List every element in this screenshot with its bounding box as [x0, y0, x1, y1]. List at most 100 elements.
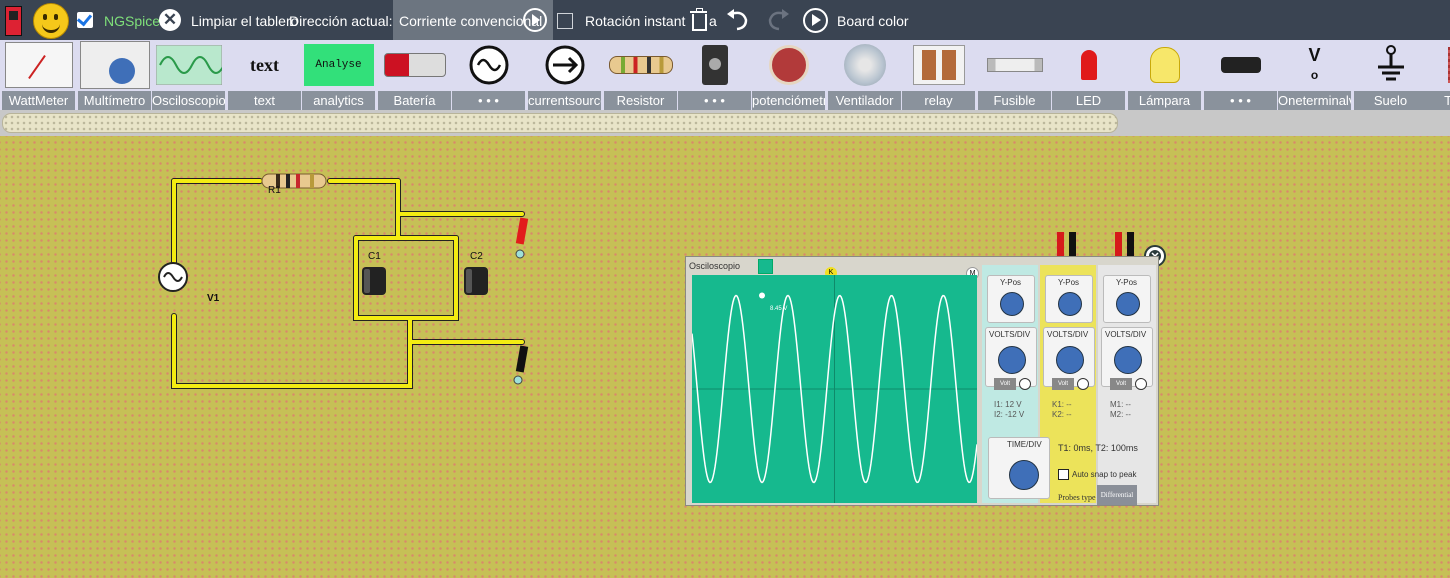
palette-item-11[interactable]: Ventilador	[828, 40, 901, 110]
scrollbar-thumb[interactable]	[2, 113, 1118, 133]
clear-board-icon[interactable]: ✕	[159, 9, 181, 31]
oscilloscope-title: Osciloscopio	[689, 261, 741, 271]
volts-div-knob[interactable]	[998, 346, 1026, 374]
palette-item-label: LED	[1052, 91, 1125, 110]
resistor-label: R1	[268, 185, 281, 196]
waveform-plot	[691, 275, 978, 503]
ypos-box: Y-Pos	[1045, 275, 1093, 323]
palette-item-10[interactable]: potenciómetro	[752, 40, 825, 110]
multimeter-icon	[78, 40, 151, 90]
cap2-label: C2	[470, 251, 483, 262]
undo-icon[interactable]	[725, 8, 751, 32]
palette-item-7[interactable]: currentsource	[528, 40, 601, 110]
channel-line2: I2: -12 V	[994, 410, 1025, 419]
time-div-knob[interactable]	[1009, 460, 1039, 490]
volt-mode-button[interactable]: Volt	[1052, 378, 1074, 390]
red-probe[interactable]	[515, 217, 529, 259]
time-readout: T1: 0ms, T2: 100ms	[1058, 443, 1138, 453]
play-circle-icon[interactable]	[523, 8, 547, 32]
palette-item-label: • • •	[1204, 91, 1277, 110]
resistor-icon	[604, 40, 677, 90]
volts-div-label: VOLTS/DIV	[1105, 330, 1147, 339]
palette-item-3[interactable]: text text	[228, 40, 301, 110]
palette-item-2[interactable]: Osciloscopio	[152, 40, 225, 110]
palette-item-label: potenciómetro	[752, 91, 825, 110]
channel-line1: I1: 12 V	[994, 400, 1022, 409]
probes-type-button[interactable]: Differential	[1097, 485, 1137, 505]
black-probe[interactable]	[513, 345, 529, 385]
volt-mode-button[interactable]: Volt	[1110, 378, 1132, 390]
oscilloscope-screen[interactable]: 8.45 V	[691, 275, 978, 503]
relay-icon	[902, 40, 975, 90]
text-icon: text	[250, 54, 279, 75]
ypos-knob[interactable]	[1000, 292, 1024, 316]
transformer-icon	[1424, 40, 1450, 90]
direction-label: Dirección actual:	[289, 13, 393, 29]
palette-item-5[interactable]: Batería	[378, 40, 451, 110]
clear-board-button[interactable]: Limpiar el tablero	[191, 13, 298, 29]
trash-icon[interactable]	[690, 8, 707, 32]
palette-item-18[interactable]: Suelo	[1354, 40, 1427, 110]
ypos-label: Y-Pos	[1000, 278, 1022, 287]
channel-line1: K1: --	[1052, 400, 1072, 409]
volts-div-label: VOLTS/DIV	[989, 330, 1031, 339]
capacitor-c2[interactable]	[464, 267, 488, 295]
palette-item-13[interactable]: Fusible	[978, 40, 1051, 110]
redo-icon[interactable]	[765, 8, 791, 32]
palette-item-14[interactable]: LED	[1052, 40, 1125, 110]
palette-item-8[interactable]: Resistor	[604, 40, 677, 110]
palette-item-19[interactable]: Trans	[1424, 40, 1450, 110]
palette-item-label: text	[228, 91, 301, 110]
palette-item-label: Batería	[378, 91, 451, 110]
channel-line1: M1: --	[1110, 400, 1131, 409]
peak-readout: 8.45 V	[770, 306, 788, 312]
palette-item-6[interactable]: • • •	[452, 40, 525, 110]
auto-snap-checkbox[interactable]	[1058, 469, 1069, 480]
smiley-icon[interactable]	[33, 3, 69, 39]
ypos-label: Y-Pos	[1116, 278, 1138, 287]
palette-item-9[interactable]: • • •	[678, 40, 751, 110]
switch-icon	[678, 40, 751, 90]
ngspice-label[interactable]: NGSpice	[104, 13, 160, 29]
delete-suffix[interactable]: a	[709, 13, 717, 29]
ypos-label: Y-Pos	[1058, 278, 1080, 287]
palette-item-17[interactable]: Vo Oneterminalvolt	[1278, 40, 1351, 110]
probe-icon[interactable]	[1019, 378, 1031, 390]
capacitor-icon	[1204, 40, 1277, 90]
board-color-play-icon[interactable]	[803, 8, 828, 33]
ngspice-checkbox[interactable]	[76, 10, 93, 28]
palette-item-4[interactable]: Analyse analytics	[302, 40, 375, 110]
palette-item-0[interactable]: WattMeter	[2, 40, 75, 110]
fan-icon	[828, 40, 901, 90]
palette-item-15[interactable]: Lámpara	[1128, 40, 1201, 110]
power-switch-icon[interactable]	[5, 6, 22, 36]
probe-icon[interactable]	[1077, 378, 1089, 390]
ypos-knob[interactable]	[1058, 292, 1082, 316]
source-label: V1	[207, 293, 220, 304]
board-color-button[interactable]: Board color	[837, 13, 909, 29]
volts-div-knob[interactable]	[1114, 346, 1142, 374]
volts-div-knob[interactable]	[1056, 346, 1084, 374]
auto-snap-label: Auto snap to peak	[1072, 470, 1137, 479]
palette-item-16[interactable]: • • •	[1204, 40, 1277, 110]
ac-source-v1[interactable]	[158, 262, 188, 292]
component-palette: WattMeter Multímetro Osciloscopio text text A…	[0, 40, 1450, 110]
palette-item-label: • • •	[678, 91, 751, 110]
palette-item-1[interactable]: Multímetro	[78, 40, 151, 110]
palette-item-label: Fusible	[978, 91, 1051, 110]
capacitor-c1[interactable]	[362, 267, 386, 295]
volt-mode-button[interactable]: Volt	[994, 378, 1016, 390]
probe-icon[interactable]	[1135, 378, 1147, 390]
camera-icon[interactable]	[758, 259, 773, 274]
palette-item-label: Oneterminalvolt	[1278, 91, 1351, 110]
palette-item-label: • • •	[452, 91, 525, 110]
rotation-checkbox[interactable]	[557, 13, 573, 29]
palette-item-label: Ventilador	[828, 91, 901, 110]
palette-item-12[interactable]: relay	[902, 40, 975, 110]
oscilloscope-window[interactable]: Osciloscopio K M 8.45 V Y-Pos VOLTS/DIV Vo…	[685, 256, 1159, 506]
direction-dropdown[interactable]: Corriente convencional	[393, 0, 553, 40]
ypos-knob[interactable]	[1116, 292, 1140, 316]
rotation-label[interactable]: Rotación instant	[585, 13, 685, 29]
palette-scrollbar[interactable]	[0, 110, 1450, 136]
one-terminal-icon: Vo	[1308, 45, 1321, 82]
